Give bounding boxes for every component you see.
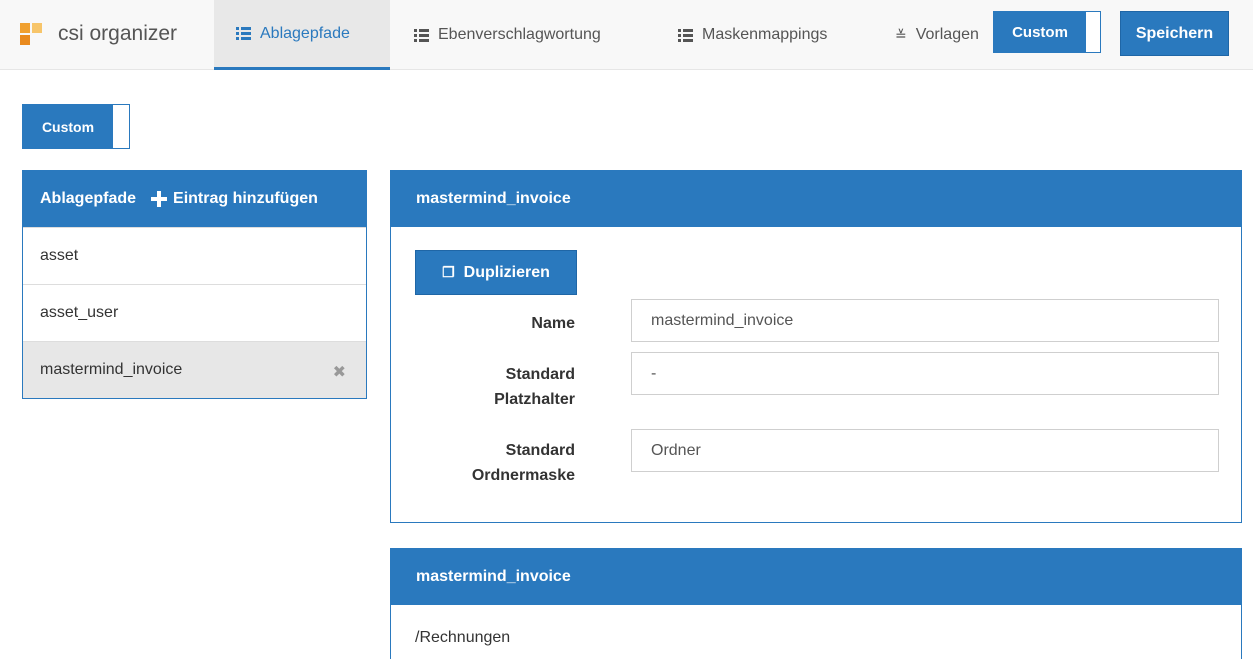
name-label: Name [531, 315, 575, 332]
top-navbar: csi organizer Ablagepfade Ebenverschlagw… [0, 0, 1253, 70]
duplicate-label: Duplizieren [463, 263, 550, 281]
list-icon [236, 27, 251, 40]
app-name: csi organizer [58, 22, 178, 45]
path-value: /Rechnungen [415, 629, 511, 646]
custom-toggle-top[interactable]: Custom [993, 11, 1101, 53]
ablagepfade-panel: Ablagepfade Eintrag hinzufügen asset ass… [22, 170, 367, 399]
detail-title: mastermind_invoice [416, 190, 571, 207]
list-item-label: mastermind_invoice [40, 361, 183, 378]
tab-label: Ablagepfade [260, 24, 350, 42]
plus-icon [151, 191, 168, 207]
panel-title: Ablagepfade [40, 190, 137, 207]
name-input[interactable] [631, 299, 1219, 342]
close-icon[interactable]: ✖ [333, 362, 346, 382]
list-item-asset[interactable]: asset [23, 227, 366, 284]
add-entry-label: Eintrag hinzufügen [173, 190, 318, 207]
tab-label: Vorlagen [915, 26, 979, 43]
tab-label: Ebenverschlagwortung [438, 26, 601, 43]
tab-ablagepfade[interactable]: Ablagepfade [214, 0, 390, 70]
tab-vorlagen[interactable]: ≚ Vorlagen [895, 0, 979, 70]
path-card-title: mastermind_invoice [416, 568, 571, 585]
logo-icon [20, 23, 42, 45]
template-icon: ≚ [895, 26, 907, 43]
path-card: mastermind_invoice /Rechnungen [390, 548, 1242, 659]
brand[interactable]: csi organizer [20, 0, 177, 68]
detail-card: mastermind_invoice ❐ Duplizieren Name St… [390, 170, 1242, 523]
duplicate-button[interactable]: ❐ Duplizieren [415, 250, 577, 295]
list-item-asset-user[interactable]: asset_user [23, 284, 366, 341]
placeholder-input[interactable] [631, 352, 1219, 395]
list-item-mastermind-invoice[interactable]: mastermind_invoice ✖ [23, 341, 366, 398]
save-button[interactable]: Speichern [1120, 11, 1229, 56]
custom-toggle-label: Custom [23, 105, 113, 148]
placeholder-label: Standard Platzhalter [494, 366, 575, 408]
tab-label: Maskenmappings [702, 26, 828, 43]
list-icon [678, 28, 693, 42]
copy-icon: ❐ [442, 264, 455, 280]
custom-toggle[interactable]: Custom [22, 104, 130, 149]
folder-mask-label: Standard Ordnermaske [471, 442, 575, 484]
list-icon [414, 28, 429, 42]
panel-header: Ablagepfade Eintrag hinzufügen [23, 171, 366, 227]
tab-maskenmappings[interactable]: Maskenmappings [678, 0, 827, 70]
add-entry-button[interactable]: Eintrag hinzufügen [151, 190, 318, 208]
custom-toggle-label: Custom [994, 12, 1086, 52]
list-item-label: asset_user [40, 304, 119, 321]
list-item-label: asset [40, 247, 79, 264]
detail-card-header: mastermind_invoice [391, 171, 1241, 227]
path-card-header: mastermind_invoice [391, 549, 1241, 605]
tab-ebenverschlagwortung[interactable]: Ebenverschlagwortung [414, 0, 601, 70]
folder-mask-input[interactable] [631, 429, 1219, 472]
